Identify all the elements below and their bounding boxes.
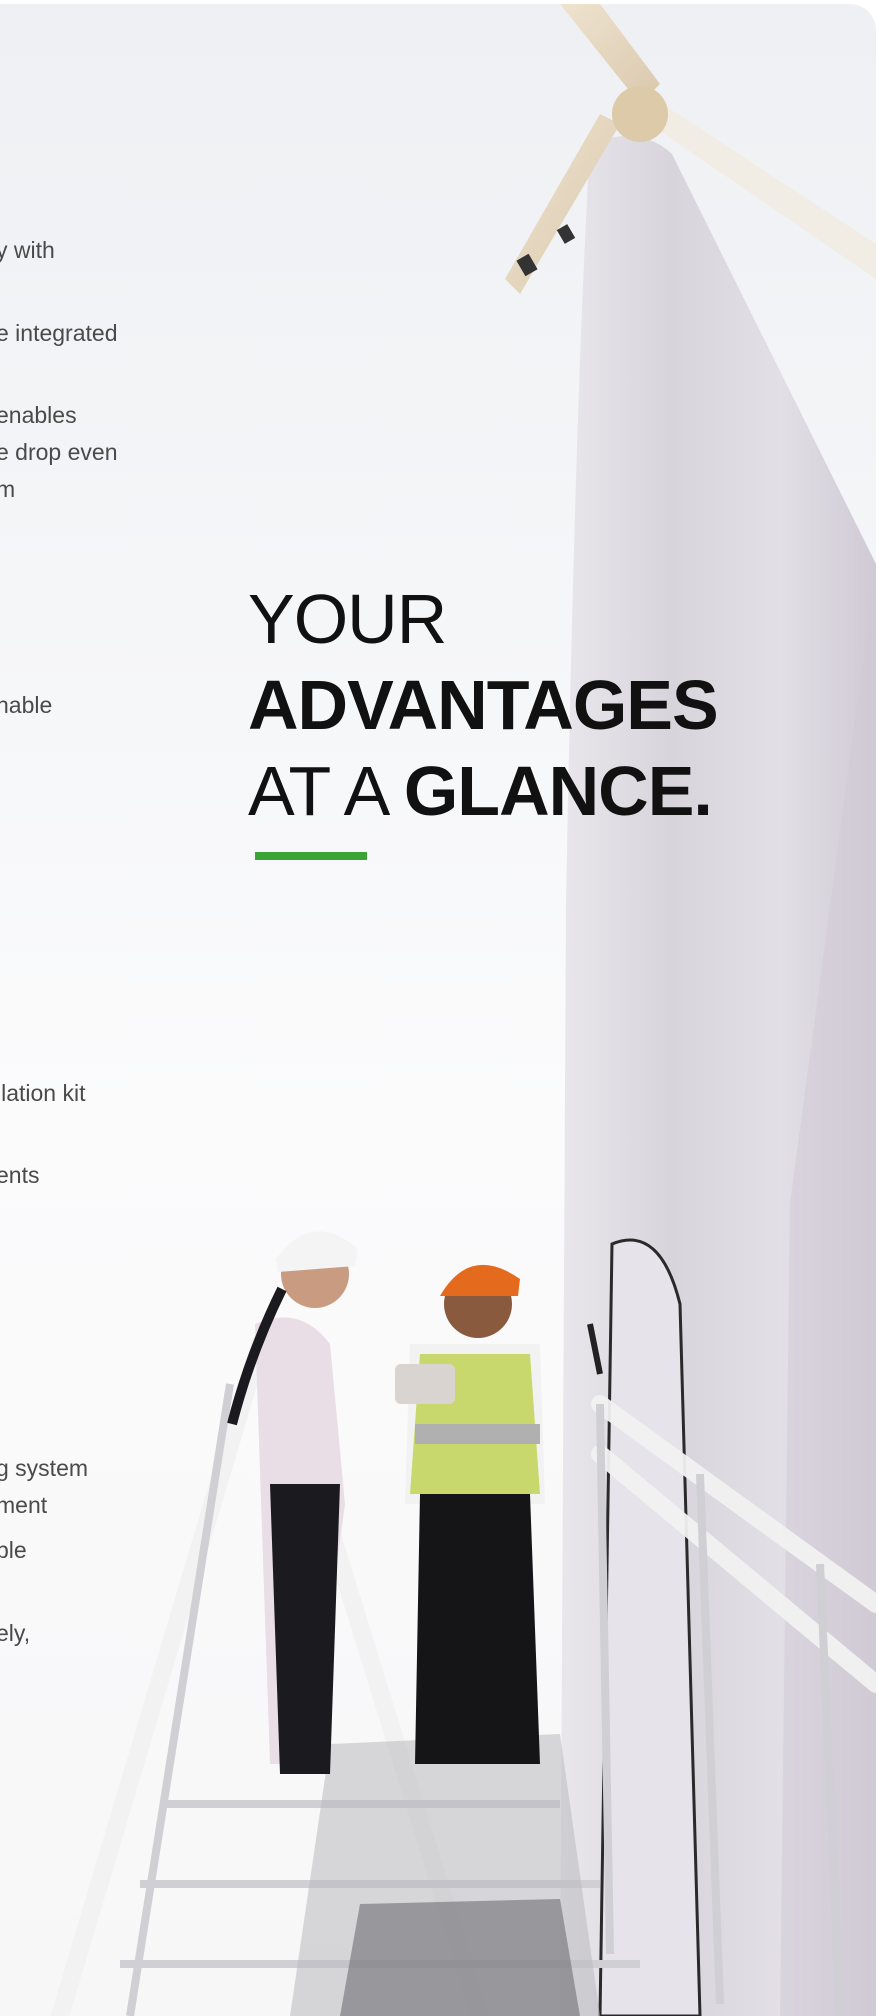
body-text-line: nable — [0, 692, 53, 718]
body-text-line: llation kit — [0, 1080, 86, 1106]
body-text-line: e drop even — [0, 439, 118, 465]
headline-line-1: YOUR — [248, 580, 447, 658]
accent-underline — [255, 852, 367, 860]
headline-line-3: AT A GLANCE. — [248, 748, 718, 834]
body-text-line: ents — [0, 1162, 40, 1188]
body-text-line: enables — [0, 402, 77, 428]
body-text-line: m — [0, 476, 16, 502]
body-text-line: ely, — [0, 1620, 31, 1646]
body-text-line: ble — [0, 1537, 27, 1563]
page-headline: YOUR ADVANTAGES AT A GLANCE. — [248, 576, 719, 834]
clipped-body-text: y with e integrated enables e drop even … — [0, 4, 140, 2016]
body-text-line: ment — [0, 1492, 48, 1518]
body-text-line: e integrated — [0, 320, 118, 346]
brochure-page: y with e integrated enables e drop even … — [0, 4, 876, 2016]
engineer-left-figure — [227, 1231, 358, 1774]
body-text-line: y with — [0, 237, 55, 263]
headline-line-3-bold: GLANCE. — [403, 752, 713, 830]
headline-line-2: ADVANTAGES — [248, 666, 719, 744]
headline-line-3-thin: AT A — [248, 752, 404, 830]
body-text-line: g system — [0, 1455, 89, 1481]
